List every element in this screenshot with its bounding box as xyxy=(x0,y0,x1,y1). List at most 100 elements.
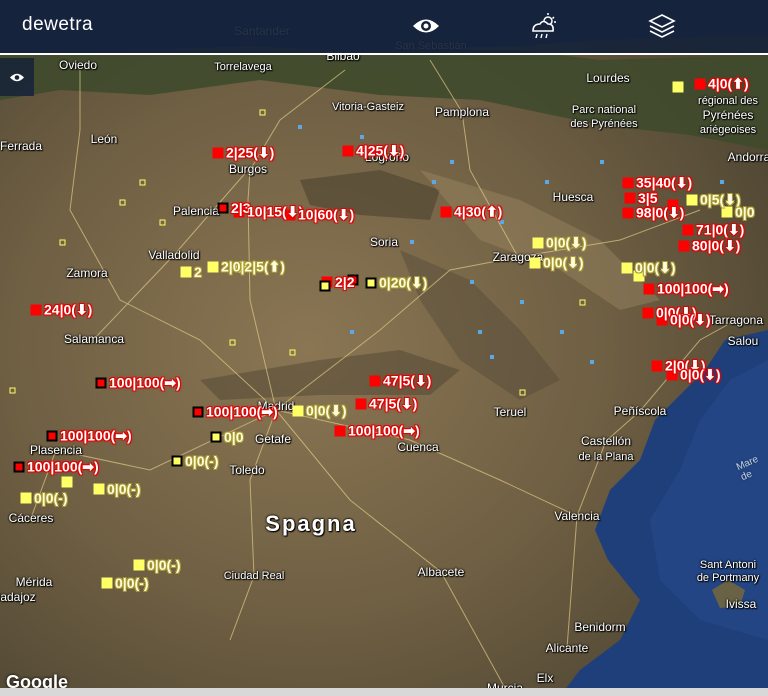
place-label: Vitoria-Gasteiz xyxy=(332,101,404,113)
station-marker[interactable] xyxy=(210,431,222,443)
station-label: 10|60(⬇) xyxy=(298,206,355,223)
station-label: 0|0(⬇) xyxy=(680,366,721,383)
place-label: Huesca xyxy=(552,190,594,204)
layers-icon[interactable] xyxy=(645,10,679,42)
station-marker[interactable] xyxy=(93,483,105,495)
station-marker[interactable] xyxy=(20,492,32,504)
station-label: 0|0 xyxy=(224,429,244,445)
place-label: Pamplona xyxy=(434,105,490,119)
place-label: Ivissa xyxy=(725,597,757,611)
station-label: 35|40(⬇) xyxy=(636,174,693,191)
station-marker[interactable] xyxy=(292,405,304,417)
station-marker[interactable] xyxy=(101,577,113,589)
station-marker[interactable] xyxy=(319,280,331,292)
station-label: 0|0(-) xyxy=(185,453,219,469)
station-marker[interactable] xyxy=(440,206,452,218)
station-label: 2 xyxy=(194,264,202,280)
place-label: Oviedo xyxy=(58,58,98,72)
station-marker[interactable] xyxy=(207,261,219,273)
station-marker[interactable] xyxy=(212,147,224,159)
station-marker[interactable] xyxy=(529,257,541,269)
station-label: 47|5(⬇) xyxy=(369,395,418,412)
station-marker[interactable] xyxy=(355,398,367,410)
station-marker[interactable] xyxy=(694,78,706,90)
station-marker[interactable] xyxy=(532,237,544,249)
place-label: Torrelavega xyxy=(214,61,272,73)
station-label: 100|100(➡) xyxy=(206,403,278,420)
station-marker[interactable] xyxy=(192,406,204,418)
station-marker[interactable] xyxy=(61,476,73,488)
place-label: de Portmany xyxy=(696,572,760,584)
station-label: 0|0(⬇) xyxy=(543,254,584,271)
place-label: Cuenca xyxy=(397,440,439,454)
map-footer-bar xyxy=(0,688,768,696)
station-label: 2|2 xyxy=(335,274,355,290)
station-label: 0|20(⬇) xyxy=(379,274,428,291)
eye-icon[interactable] xyxy=(409,10,443,42)
station-marker[interactable] xyxy=(180,266,192,278)
station-marker[interactable] xyxy=(30,304,42,316)
station-marker[interactable] xyxy=(622,207,634,219)
station-label: 0|0 xyxy=(735,204,755,220)
station-marker[interactable] xyxy=(369,375,381,387)
place-label: Toledo xyxy=(229,463,265,477)
station-label: 2|0|2|5(⬆) xyxy=(221,258,285,275)
place-label: Cáceres xyxy=(8,511,54,525)
station-marker[interactable] xyxy=(46,430,58,442)
station-label: 47|5(⬇) xyxy=(383,372,432,389)
station-marker[interactable] xyxy=(133,559,145,571)
place-label: Soria xyxy=(369,235,399,249)
station-label: 71|0(⬇) xyxy=(696,221,745,238)
station-marker[interactable] xyxy=(171,455,183,467)
place-label: Mérida xyxy=(15,575,53,589)
place-label: Alicante xyxy=(545,641,589,655)
place-label: des Pyrénées xyxy=(570,118,638,130)
place-label: Ciudad Real xyxy=(223,570,285,582)
place-label: Parc national xyxy=(571,104,637,116)
station-label: 100|100(➡) xyxy=(657,280,729,297)
station-marker[interactable] xyxy=(13,461,25,473)
place-label: Badajoz xyxy=(0,590,36,604)
station-label: 100|100(➡) xyxy=(109,374,181,391)
place-label: Lourdes xyxy=(586,71,630,85)
station-marker[interactable] xyxy=(334,425,346,437)
station-label: 4|30(⬆) xyxy=(454,203,503,220)
eye-icon xyxy=(10,73,24,81)
country-label: Spagna xyxy=(265,511,357,536)
station-label: 2|25(⬇) xyxy=(226,144,275,161)
station-marker[interactable] xyxy=(672,81,684,93)
place-label: Andorra xyxy=(727,150,768,164)
station-marker[interactable] xyxy=(642,307,654,319)
station-label: 0|0(-) xyxy=(107,481,141,497)
station-marker[interactable] xyxy=(686,194,698,206)
station-marker[interactable] xyxy=(95,377,107,389)
weather-icon[interactable] xyxy=(526,10,560,42)
station-label: 0|0(-) xyxy=(115,575,149,591)
station-marker[interactable] xyxy=(624,192,636,204)
place-label: Valencia xyxy=(554,509,600,523)
logo-text: dewetra xyxy=(22,14,94,35)
place-label: Albacete xyxy=(417,565,465,579)
station-marker[interactable] xyxy=(621,262,633,274)
station-marker[interactable] xyxy=(682,224,694,236)
station-label: 80|0(⬇) xyxy=(692,237,741,254)
station-marker[interactable] xyxy=(365,277,377,289)
place-label: Pyrénées xyxy=(702,108,754,122)
place-label: León xyxy=(90,132,118,146)
place-label: Peñíscola xyxy=(613,404,667,418)
place-label: Burgos xyxy=(228,162,268,176)
place-label: Zamora xyxy=(66,266,108,280)
visibility-toggle-button[interactable] xyxy=(0,58,34,96)
station-label: 4|25(⬇) xyxy=(356,142,405,159)
station-marker[interactable] xyxy=(643,283,655,295)
station-marker[interactable] xyxy=(622,177,634,189)
station-marker[interactable] xyxy=(678,240,690,252)
station-marker[interactable] xyxy=(217,202,229,214)
place-label: Benidorm xyxy=(574,620,626,634)
app-logo[interactable]: dewetra xyxy=(22,14,93,36)
station-label: 0|0(-) xyxy=(147,557,181,573)
station-marker[interactable] xyxy=(651,360,663,372)
place-label: ariégeoises xyxy=(699,124,757,136)
station-label: 0|0(⬇) xyxy=(670,311,711,328)
station-marker[interactable] xyxy=(342,145,354,157)
